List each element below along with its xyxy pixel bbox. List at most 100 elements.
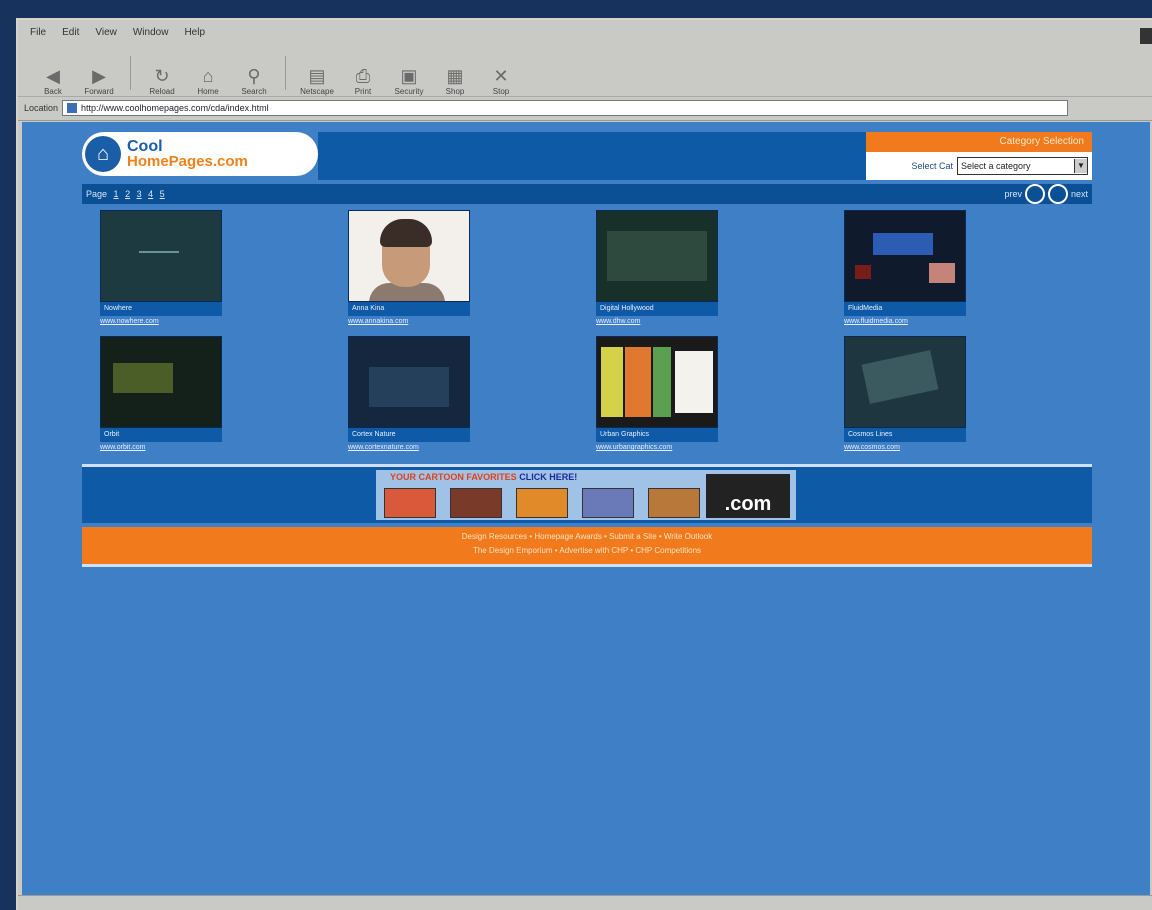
cartoon-image	[582, 488, 634, 518]
site-card[interactable]: Nowhere www.nowhere.com	[82, 210, 330, 328]
site-title: Cosmos Lines	[844, 428, 966, 442]
reload-button[interactable]: ↻ Reload	[141, 50, 183, 96]
back-button[interactable]: ◀ Back	[32, 50, 74, 96]
stop-label: Stop	[492, 87, 510, 96]
toolbar-separator	[285, 56, 286, 90]
forward-button[interactable]: ▶ Forward	[78, 50, 120, 96]
ad-click-here: CLICK HERE!	[519, 472, 578, 482]
site-card[interactable]: Cosmos Lines www.cosmos.com	[826, 336, 1074, 454]
category-label: Select Cat	[911, 161, 953, 171]
lock-icon: ▣	[400, 66, 418, 86]
site-thumbnail-grid: Nowhere www.nowhere.com Anna Kina www.an…	[82, 210, 1092, 454]
menu-view[interactable]: View	[95, 27, 117, 38]
site-url[interactable]: www.nowhere.com	[100, 316, 330, 328]
back-label: Back	[44, 87, 62, 96]
netscape-label: Netscape	[300, 87, 334, 96]
shop-label: Shop	[445, 87, 465, 96]
site-thumbnail[interactable]	[100, 336, 222, 428]
page-link-5[interactable]: 5	[160, 189, 165, 199]
pager-bar: Page 1 2 3 4 5 prev next	[82, 184, 1092, 204]
netscape-button[interactable]: ▤ Netscape	[296, 50, 338, 96]
next-button[interactable]	[1047, 184, 1068, 204]
site-footer: Design Resources • Homepage Awards • Sub…	[82, 527, 1092, 567]
site-thumbnail[interactable]	[596, 210, 718, 302]
menu-edit[interactable]: Edit	[62, 27, 79, 38]
header-band	[318, 132, 866, 180]
site-thumbnail[interactable]	[348, 336, 470, 428]
site-title: Digital Hollywood	[596, 302, 718, 316]
site-url[interactable]: www.urbangraphics.com	[596, 442, 826, 454]
site-logo[interactable]: ⌂ Cool HomePages.com	[82, 132, 318, 176]
menu-window[interactable]: Window	[133, 27, 169, 38]
url-text: http://www.coolhomepages.com/cda/index.h…	[81, 103, 269, 113]
window-close-button[interactable]	[1140, 28, 1152, 44]
menu-bar: File Edit View Window Help	[18, 20, 1152, 44]
site-url[interactable]: www.annakina.com	[348, 316, 578, 328]
toolbar-separator	[130, 56, 131, 90]
stop-icon: ✕	[493, 66, 509, 86]
category-select[interactable]: Select a category ▼	[957, 157, 1088, 175]
site-header: ⌂ Cool HomePages.com Category Selection …	[82, 132, 1092, 180]
site-card[interactable]: Anna Kina www.annakina.com	[330, 210, 578, 328]
category-value: Select a category	[961, 161, 1031, 171]
site-thumbnail[interactable]	[596, 336, 718, 428]
site-url[interactable]: www.cortexnature.com	[348, 442, 578, 454]
menu-help[interactable]: Help	[184, 27, 205, 38]
site-thumbnail[interactable]	[844, 336, 966, 428]
site-card[interactable]: Digital Hollywood www.dhw.com	[578, 210, 826, 328]
site-card[interactable]: Orbit www.orbit.com	[82, 336, 330, 454]
prev-button[interactable]	[1024, 184, 1045, 204]
site-url[interactable]: www.orbit.com	[100, 442, 330, 454]
page-link-2[interactable]: 2	[125, 189, 130, 199]
print-label: Print	[354, 87, 372, 96]
ad-dotcom-logo: .com	[706, 474, 790, 518]
cartoon-image	[516, 488, 568, 518]
print-button[interactable]: ⎙ Print	[342, 50, 384, 96]
site-title: Nowhere	[100, 302, 222, 316]
forward-label: Forward	[84, 87, 114, 96]
stop-button[interactable]: ✕ Stop	[480, 50, 522, 96]
logo-line1: Cool	[127, 138, 163, 155]
next-label: next	[1070, 189, 1088, 199]
site-url[interactable]: www.dhw.com	[596, 316, 826, 328]
site-url[interactable]: www.cosmos.com	[844, 442, 1074, 454]
footer-links-2[interactable]: The Design Emporium • Advertise with CHP…	[82, 544, 1092, 558]
house-icon: ⌂	[85, 136, 121, 172]
site-thumbnail[interactable]	[844, 210, 966, 302]
page-link-4[interactable]: 4	[148, 189, 153, 199]
navigation-toolbar: ◀ Back ▶ Forward ↻ Reload ⌂ Home ⚲ Searc…	[18, 44, 1152, 97]
page-viewport: ⌂ Cool HomePages.com Category Selection …	[22, 122, 1150, 896]
site-title: FluidMedia	[844, 302, 966, 316]
menu-file[interactable]: File	[30, 27, 46, 38]
logo-line2: HomePages.com	[127, 153, 248, 170]
chevron-down-icon: ▼	[1074, 159, 1087, 173]
site-thumbnail[interactable]	[348, 210, 470, 302]
cartoon-ad-banner[interactable]: YOUR CARTOON FAVORITES CLICK HERE! .com	[376, 470, 796, 520]
home-button[interactable]: ⌂ Home	[187, 50, 229, 96]
cartoon-image	[450, 488, 502, 518]
security-label: Security	[394, 87, 424, 96]
site-thumbnail[interactable]	[100, 210, 222, 302]
site-title: Anna Kina	[348, 302, 470, 316]
page-link-1[interactable]: 1	[114, 189, 119, 199]
print-icon: ⎙	[355, 66, 371, 86]
category-title: Category Selection	[866, 132, 1092, 152]
site-url[interactable]: www.fluidmedia.com	[844, 316, 1074, 328]
url-field[interactable]: http://www.coolhomepages.com/cda/index.h…	[62, 100, 1068, 116]
prev-label: prev	[1004, 189, 1022, 199]
security-button[interactable]: ▣ Security	[388, 50, 430, 96]
reload-label: Reload	[149, 87, 175, 96]
site-card[interactable]: Urban Graphics www.urbangraphics.com	[578, 336, 826, 454]
search-label: Search	[241, 87, 267, 96]
search-button[interactable]: ⚲ Search	[233, 50, 275, 96]
site-title: Cortex Nature	[348, 428, 470, 442]
page-link-3[interactable]: 3	[137, 189, 142, 199]
category-box: Category Selection Select Cat Select a c…	[866, 132, 1092, 180]
ad-headline: YOUR CARTOON FAVORITES	[390, 472, 517, 482]
footer-links-1[interactable]: Design Resources • Homepage Awards • Sub…	[82, 530, 1092, 544]
site-card[interactable]: FluidMedia www.fluidmedia.com	[826, 210, 1074, 328]
cartoon-image	[384, 488, 436, 518]
shop-button[interactable]: ▦ Shop	[434, 50, 476, 96]
pager-label: Page	[86, 189, 108, 199]
site-card[interactable]: Cortex Nature www.cortexnature.com	[330, 336, 578, 454]
